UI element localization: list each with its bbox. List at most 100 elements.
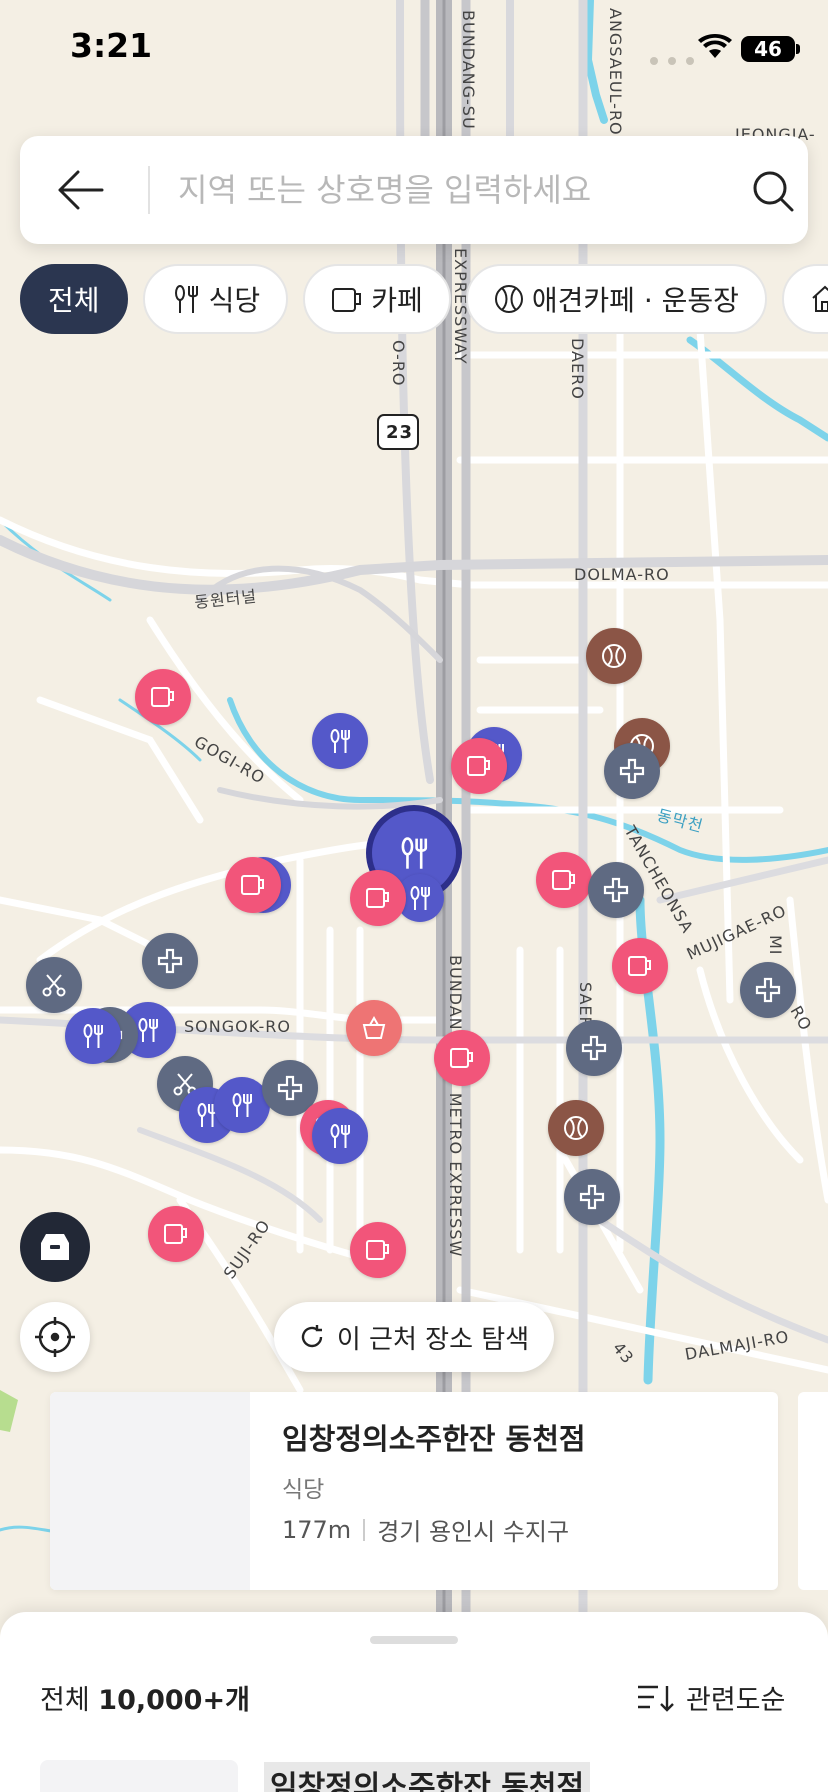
- hospital-pin[interactable]: [566, 1020, 622, 1076]
- map-label: MI: [766, 935, 785, 956]
- cafe-pin[interactable]: [434, 1030, 490, 1086]
- search-input[interactable]: [178, 162, 738, 218]
- map-label: 23: [386, 422, 413, 443]
- place-card[interactable]: 임창정의소주한잔 동천점 식당 177m 경기 용인시 수지구: [50, 1392, 778, 1590]
- sheet-handle[interactable]: [370, 1636, 458, 1644]
- ball-icon: [494, 284, 524, 314]
- fork-knife-icon: [80, 1023, 106, 1049]
- list-item-title[interactable]: 임창정의소주한잔 동천점: [264, 1762, 591, 1792]
- home-icon: [810, 284, 828, 314]
- battery-icon: 46: [741, 36, 795, 62]
- sort-button[interactable]: 관련도순: [636, 1678, 785, 1717]
- category-filter-bar: 전체 식당 카페 애견카페 · 운동장: [20, 264, 828, 334]
- cafe-pin[interactable]: [451, 738, 507, 794]
- search-divider: [148, 166, 150, 214]
- list-item-thumbnail: [40, 1760, 238, 1792]
- cross-icon: [277, 1075, 303, 1101]
- chip-cafe[interactable]: 카페: [303, 264, 451, 334]
- place-name: 임창정의소주한잔 동천점: [282, 1422, 586, 1456]
- cup-icon: [163, 1222, 189, 1246]
- cup-icon: [150, 685, 176, 709]
- next-place-card[interactable]: [798, 1392, 828, 1590]
- shopping-pin[interactable]: [346, 1000, 402, 1056]
- ball-icon: [601, 643, 627, 669]
- result-count-prefix: 전체: [40, 1685, 90, 1716]
- results-sheet: 전체 10,000+개 관련도순 임창정의소주한잔 동천점: [0, 1612, 828, 1792]
- search-button[interactable]: [748, 166, 798, 216]
- cross-icon: [619, 758, 645, 784]
- scissors-icon: [41, 972, 67, 998]
- hospital-pin[interactable]: [604, 743, 660, 799]
- chip-lodging[interactable]: [782, 264, 828, 334]
- refresh-icon: [301, 1325, 323, 1348]
- explore-nearby-label: 이 근처 장소 탐색: [336, 1324, 530, 1355]
- map-label: O-RO: [389, 340, 408, 387]
- bag-icon: [41, 1234, 69, 1260]
- chip-label: 식당: [208, 284, 261, 317]
- chip-label: 전체: [48, 284, 100, 317]
- place-distance: 177m: [282, 1515, 352, 1544]
- signal-icon: [650, 50, 704, 69]
- map-label: DAERO: [568, 338, 587, 400]
- sports-pin[interactable]: [548, 1100, 604, 1156]
- saved-places-button[interactable]: [20, 1212, 90, 1282]
- cafe-pin[interactable]: [536, 852, 592, 908]
- restaurant-pin[interactable]: [312, 1108, 368, 1164]
- cafe-pin[interactable]: [225, 857, 281, 913]
- cafe-pin[interactable]: [350, 1222, 406, 1278]
- place-meta: 177m 경기 용인시 수지구: [282, 1512, 569, 1547]
- battery-tip: [796, 44, 800, 54]
- explore-nearby-button[interactable]: 이 근처 장소 탐색: [274, 1302, 554, 1372]
- cup-icon: [551, 868, 577, 892]
- status-bar: 3:21 46: [0, 0, 828, 100]
- meta-separator: [363, 1518, 366, 1541]
- chip-dog-cafe-playground[interactable]: 애견카페 · 운동장: [465, 264, 767, 334]
- result-count: 전체 10,000+개: [40, 1678, 250, 1717]
- map-label: DOLMA-RO: [574, 565, 670, 584]
- crosshair-icon: [35, 1317, 75, 1357]
- status-time: 3:21: [70, 26, 153, 65]
- chip-label: 애견카페 · 운동장: [531, 284, 739, 317]
- cross-icon: [157, 948, 183, 974]
- hospital-pin[interactable]: [142, 933, 198, 989]
- cafe-pin[interactable]: [612, 938, 668, 994]
- place-category: 식당: [282, 1477, 325, 1503]
- sort-label: 관련도순: [686, 1685, 786, 1716]
- chip-label: 카페: [371, 284, 423, 317]
- fork-knife-icon: [397, 836, 431, 870]
- cafe-pin[interactable]: [350, 870, 406, 926]
- chip-all[interactable]: 전체: [20, 264, 128, 334]
- cup-icon: [466, 754, 492, 778]
- map-label: BUNDANG-SEO METRO EXPRESSW: [446, 955, 465, 1257]
- map-label: SONGOK-RO: [184, 1017, 291, 1036]
- cross-icon: [579, 1184, 605, 1210]
- place-address: 경기 용인시 수지구: [377, 1518, 570, 1546]
- cup-icon: [365, 1238, 391, 1262]
- back-button[interactable]: [52, 164, 108, 216]
- sports-pin[interactable]: [586, 628, 642, 684]
- chip-restaurant[interactable]: 식당: [142, 264, 289, 334]
- ball-icon: [563, 1115, 589, 1141]
- fork-knife-icon: [229, 1092, 255, 1118]
- cafe-pin[interactable]: [135, 669, 191, 725]
- fork-knife-icon: [135, 1017, 161, 1043]
- cross-icon: [581, 1035, 607, 1061]
- fork-knife-icon: [327, 1123, 353, 1149]
- wifi-icon: [698, 34, 732, 64]
- fork-knife-icon: [327, 728, 353, 754]
- cup-icon: [449, 1046, 475, 1070]
- grooming-pin[interactable]: [26, 957, 82, 1013]
- cross-icon: [603, 877, 629, 903]
- cup-icon: [627, 954, 653, 978]
- hospital-pin[interactable]: [564, 1169, 620, 1225]
- cafe-pin[interactable]: [148, 1206, 204, 1262]
- search-bar: [20, 136, 808, 244]
- restaurant-pin[interactable]: [312, 713, 368, 769]
- cup-icon: [240, 873, 266, 897]
- fork-knife-icon: [171, 284, 201, 314]
- result-count-value: 10,000+개: [98, 1685, 250, 1716]
- hospital-pin[interactable]: [588, 862, 644, 918]
- hospital-pin[interactable]: [740, 962, 796, 1018]
- current-location-button[interactable]: [20, 1302, 90, 1372]
- restaurant-pin[interactable]: [65, 1008, 121, 1064]
